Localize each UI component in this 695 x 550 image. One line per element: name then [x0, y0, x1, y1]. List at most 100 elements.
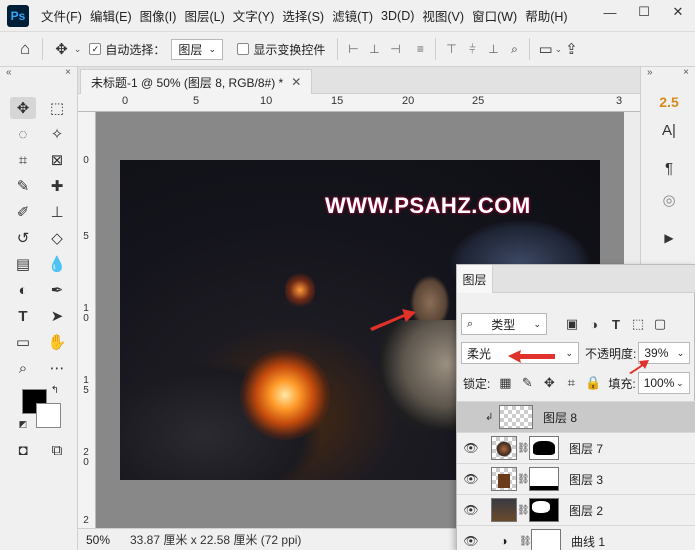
history-brush-icon[interactable]: ↺: [10, 227, 36, 249]
pixel-filter-icon[interactable]: ▣: [561, 316, 583, 332]
minimize-button[interactable]: —: [593, 0, 627, 24]
layer-name[interactable]: 图层 8: [543, 409, 577, 426]
menu-layer[interactable]: 图层(L): [180, 6, 228, 25]
link-icon[interactable]: ⛓: [519, 536, 532, 547]
default-colors-icon[interactable]: ◩: [16, 417, 30, 431]
zoom-tool-icon[interactable]: ⌕: [10, 357, 36, 379]
quick-mask-icon[interactable]: ◘: [10, 439, 36, 461]
stamp-tool-icon[interactable]: ⊥: [44, 201, 70, 223]
fill-field[interactable]: 100% ⌄: [637, 372, 690, 394]
move-tool-icon[interactable]: ✥: [10, 97, 36, 119]
menu-help[interactable]: 帮助(H): [521, 6, 571, 25]
menu-select[interactable]: 选择(S): [278, 6, 328, 25]
crop-tool-icon[interactable]: ⌗: [10, 149, 36, 171]
collapse-icon[interactable]: «: [6, 67, 12, 81]
auto-select-dropdown[interactable]: 图层 ⌄: [171, 38, 224, 60]
visibility-toggle-icon[interactable]: 👁: [457, 441, 485, 455]
smart-object-filter-icon[interactable]: ▢: [649, 316, 671, 332]
lock-all-icon[interactable]: 🔒: [582, 375, 604, 391]
layer-row[interactable]: 👁 ⛓ 图层 7: [457, 432, 695, 463]
layers-tab[interactable]: 图层: [457, 265, 493, 293]
layer-row[interactable]: 👁 ◑ ⛓ 曲线 1: [457, 525, 695, 550]
layer-row[interactable]: 👁 ⛓ 图层 2: [457, 494, 695, 525]
menu-edit[interactable]: 编辑(E): [86, 6, 136, 25]
workspace-icon[interactable]: ▭: [536, 40, 554, 58]
home-icon[interactable]: ⌂: [14, 39, 36, 59]
layer-name[interactable]: 图层 2: [569, 502, 603, 519]
gradient-tool-icon[interactable]: ▤: [10, 253, 36, 275]
close-icon[interactable]: ×: [683, 67, 689, 81]
menu-3d[interactable]: 3D(D): [377, 9, 418, 23]
maximize-button[interactable]: ☐: [627, 0, 661, 24]
align-hcenter-icon[interactable]: ⊥: [365, 40, 383, 58]
collapse-icon[interactable]: »: [647, 67, 653, 81]
close-icon[interactable]: ×: [65, 67, 71, 81]
lasso-tool-icon[interactable]: ◌: [10, 123, 36, 145]
move-tool-icon[interactable]: ✥: [49, 40, 74, 58]
swap-colors-icon[interactable]: ↰: [48, 383, 62, 397]
layer-name[interactable]: 图层 7: [569, 440, 603, 457]
adjustment-filter-icon[interactable]: ◑: [583, 317, 605, 332]
lock-pixels-icon[interactable]: ✎: [516, 375, 538, 391]
path-select-icon[interactable]: ➤: [44, 305, 70, 327]
healing-brush-icon[interactable]: ✚: [44, 175, 70, 197]
document-tab[interactable]: 未标题-1 @ 50% (图层 8, RGB/8#) * ✕: [80, 69, 313, 94]
background-color-swatch[interactable]: [36, 403, 61, 428]
marquee-tool-icon[interactable]: ⬚: [44, 97, 70, 119]
eraser-tool-icon[interactable]: ◇: [44, 227, 70, 249]
align-left-icon[interactable]: ⊢: [344, 40, 362, 58]
visibility-toggle-icon[interactable]: 👁: [457, 472, 485, 486]
play-icon[interactable]: ▶: [649, 225, 689, 251]
lock-position-icon[interactable]: ✥: [538, 375, 560, 391]
shape-filter-icon[interactable]: ⬚: [627, 316, 649, 332]
layer-name[interactable]: 图层 3: [569, 471, 603, 488]
menu-view[interactable]: 视图(V): [418, 6, 468, 25]
layer-row[interactable]: 👁 ↲ 图层 8: [457, 401, 695, 432]
menu-window[interactable]: 窗口(W): [468, 6, 521, 25]
glyphs-icon[interactable]: ◎: [649, 187, 689, 213]
character-icon[interactable]: A|: [649, 117, 689, 143]
visibility-toggle-icon[interactable]: 👁: [457, 410, 485, 424]
align-right-icon[interactable]: ⊣: [386, 40, 404, 58]
link-icon[interactable]: ⛓: [517, 505, 530, 516]
type-tool-icon[interactable]: T: [10, 305, 36, 327]
show-transform-checkbox[interactable]: [237, 43, 250, 55]
pen-tool-icon[interactable]: ✒: [44, 279, 70, 301]
align-top-icon[interactable]: ⊤: [442, 40, 460, 58]
menu-filter[interactable]: 滤镜(T): [328, 6, 377, 25]
visibility-toggle-icon[interactable]: 👁: [457, 534, 485, 548]
chevron-down-icon[interactable]: ⌄: [555, 44, 563, 55]
lock-artboard-icon[interactable]: ⌗: [560, 375, 582, 391]
layer-name[interactable]: 曲线 1: [571, 533, 605, 550]
menu-image[interactable]: 图像(I): [136, 6, 181, 25]
dodge-tool-icon[interactable]: ◐: [10, 279, 36, 301]
size-value[interactable]: 2.5: [649, 89, 689, 115]
menu-type[interactable]: 文字(Y): [229, 6, 279, 25]
paragraph-icon[interactable]: ¶: [649, 155, 689, 181]
align-vcenter-icon[interactable]: ⫩: [463, 40, 481, 58]
share-icon[interactable]: ⇪: [562, 40, 581, 58]
zoom-level[interactable]: 50%: [78, 533, 118, 547]
menu-file[interactable]: 文件(F): [37, 6, 86, 25]
link-icon[interactable]: ⛓: [517, 443, 530, 454]
eyedropper-icon[interactable]: ✎: [10, 175, 36, 197]
auto-select-checkbox[interactable]: ✓: [89, 43, 102, 55]
screen-mode-icon[interactable]: ⧉: [44, 439, 70, 461]
chevron-down-icon[interactable]: ⌄: [74, 44, 82, 55]
close-button[interactable]: ✕: [661, 0, 695, 24]
frame-tool-icon[interactable]: ⊠: [44, 149, 70, 171]
visibility-toggle-icon[interactable]: 👁: [457, 503, 485, 517]
blur-tool-icon[interactable]: 💧: [44, 253, 70, 275]
magic-wand-icon[interactable]: ✧: [44, 123, 70, 145]
rectangle-tool-icon[interactable]: ▭: [10, 331, 36, 353]
filter-type-dropdown[interactable]: ⌕ 类型 ⌄: [461, 313, 547, 335]
close-icon[interactable]: ✕: [291, 75, 301, 89]
brush-tool-icon[interactable]: ✐: [10, 201, 36, 223]
more-tools-icon[interactable]: ⋯: [44, 357, 70, 379]
lock-transparency-icon[interactable]: ▦: [494, 375, 516, 391]
align-bottom-icon[interactable]: ⊥: [484, 40, 502, 58]
link-icon[interactable]: ⛓: [517, 474, 530, 485]
layer-row[interactable]: 👁 ⛓ 图层 3: [457, 463, 695, 494]
type-filter-icon[interactable]: T: [605, 317, 627, 332]
distribute-icon[interactable]: ≡: [411, 40, 429, 58]
